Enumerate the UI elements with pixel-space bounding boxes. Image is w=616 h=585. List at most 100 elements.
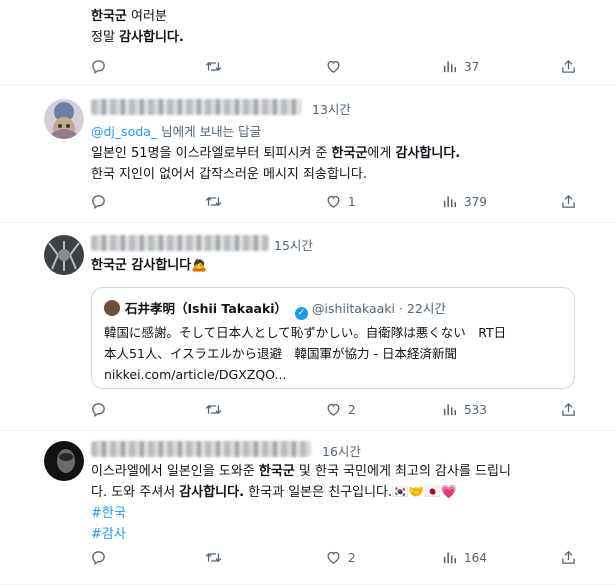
like-button[interactable] [325, 58, 348, 75]
retweet-icon [205, 193, 222, 210]
text-bold: 한국군 [331, 146, 368, 161]
retweet-button[interactable] [205, 58, 228, 75]
text-line: 한국 지인이 없어서 갑작스러운 메시지 죄송합니다. [91, 167, 367, 182]
avatar-image [44, 99, 84, 139]
retweet-icon [205, 58, 222, 75]
share-icon [560, 58, 577, 75]
timestamp[interactable]: 16시간 [322, 441, 361, 460]
share-icon [560, 549, 577, 566]
views-button[interactable]: 164 [441, 549, 487, 566]
text-span: 에게 [367, 146, 396, 161]
text-span: 한국군 감사합니다 [91, 258, 192, 273]
quote-text: 韓国に感謝。そして日本人として恥ずかしい。自衛隊は悪くない RT日 本人51人、… [104, 322, 564, 385]
display-name-blurred[interactable] [91, 235, 269, 251]
reply-icon [90, 401, 107, 418]
reply-to-line: @dj_soda_ 님에게 보내는 답글 [91, 121, 261, 140]
quote-author-handle: @ishiitakaaki · 22시간 [312, 301, 446, 316]
text-span: 및 한국 국민에게 최고의 감사를 드립니 [294, 464, 511, 479]
tweet-text: 일본인 51명을 이스라엘로부터 퇴피시켜 준 한국군에게 감사합니다. 한국 … [91, 143, 460, 185]
views-count: 533 [464, 402, 487, 417]
text-bold: 감사합니다. [395, 146, 461, 161]
views-icon [441, 549, 458, 566]
quote-line: 本人51人、イスラエルから退避 韓国軍が協力 - 日本経済新聞 [104, 346, 457, 361]
text-span: 한국과 일본은 친구입니다. [244, 485, 393, 500]
flags-handshake-heart-emoji: 🇰🇷🤝🇯🇵💗 [392, 485, 457, 500]
quote-link[interactable]: nikkei.com/article/DGXZQO... [104, 364, 564, 385]
tweet-actions: 1 379 [0, 193, 616, 213]
views-count: 379 [464, 194, 487, 209]
tweet-text: 이스라엘에서 일본인을 도와준 한국군 및 한국 국민에게 최고의 감사를 드립… [91, 461, 511, 545]
display-name-blurred[interactable] [91, 441, 311, 457]
tweet-actions: 2 164 [0, 549, 616, 569]
reply-button[interactable] [90, 58, 113, 75]
text-span: 다. 도와 주셔서 [91, 485, 180, 500]
quote-author-name: 石井孝明（Ishii Takaaki） [125, 301, 288, 316]
share-icon [560, 193, 577, 210]
views-button[interactable]: 379 [441, 193, 487, 210]
text-span: 이스라엘에서 일본인을 도와준 [91, 464, 259, 479]
avatar[interactable] [44, 99, 84, 139]
tweet[interactable]: 13시간 @dj_soda_ 님에게 보내는 답글 일본인 51명을 이스라엘로… [0, 85, 616, 223]
views-icon [441, 401, 458, 418]
share-icon [560, 401, 577, 418]
like-icon [325, 193, 342, 210]
retweet-button[interactable] [205, 549, 228, 566]
tweet[interactable]: 16시간 이스라엘에서 일본인을 도와준 한국군 및 한국 국민에게 최고의 감… [0, 431, 616, 585]
reply-to-handle[interactable]: @dj_soda_ [91, 124, 157, 139]
timestamp[interactable]: 15시간 [274, 235, 313, 254]
share-button[interactable] [560, 58, 577, 75]
retweet-icon [205, 549, 222, 566]
reply-icon [90, 549, 107, 566]
text-bold: 감사합니다. [179, 485, 245, 500]
views-count: 37 [464, 59, 480, 74]
hashtag-link[interactable]: #한국 [91, 503, 511, 524]
tweet-actions: 37 [0, 58, 616, 78]
text-bold: 한국군 [258, 464, 295, 479]
tweet[interactable]: 15시간 한국군 감사합니다🙇 石井孝明（Ishii Takaaki） ✓ @is… [0, 223, 616, 431]
like-count: 2 [348, 402, 356, 417]
like-button[interactable]: 1 [325, 193, 356, 210]
like-button[interactable]: 2 [325, 401, 356, 418]
text-bold: 한국군 [91, 9, 127, 24]
tweet[interactable]: 한국군 여러분 정말 감사합니다. 37 [0, 0, 616, 85]
text-span: 정말 [91, 30, 120, 45]
like-count: 2 [348, 550, 356, 565]
hashtag-link[interactable]: #감사 [91, 524, 511, 545]
like-icon [325, 401, 342, 418]
verified-icon: ✓ [295, 307, 309, 320]
display-name-blurred[interactable] [91, 99, 301, 115]
views-button[interactable]: 533 [441, 401, 487, 418]
retweet-button[interactable] [205, 401, 228, 418]
tweet-text: 한국군 감사합니다🙇 [91, 255, 207, 276]
views-button[interactable]: 37 [441, 58, 479, 75]
quote-tweet[interactable]: 石井孝明（Ishii Takaaki） ✓ @ishiitakaaki · 22시… [91, 287, 575, 389]
tweet-text: 한국군 여러분 정말 감사합니다. [91, 6, 184, 48]
like-icon [325, 549, 342, 566]
reply-button[interactable] [90, 401, 113, 418]
text-span: 일본인 51명을 이스라엘로부터 퇴피시켜 준 [91, 146, 332, 161]
text-span: 여러분 [126, 9, 167, 24]
views-icon [441, 58, 458, 75]
quote-avatar [104, 300, 120, 316]
share-button[interactable] [560, 193, 577, 210]
text-bold: 감사합니다. [119, 30, 184, 45]
like-icon [325, 58, 342, 75]
avatar[interactable] [44, 441, 84, 481]
bowing-emoji: 🙇 [191, 258, 208, 273]
reply-button[interactable] [90, 193, 113, 210]
views-icon [441, 193, 458, 210]
like-button[interactable]: 2 [325, 549, 356, 566]
quote-header: 石井孝明（Ishii Takaaki） ✓ @ishiitakaaki · 22시… [104, 298, 446, 320]
quote-line: 韓国に感謝。そして日本人として恥ずかしい。自衛隊は悪くない RT日 [104, 325, 507, 340]
share-button[interactable] [560, 549, 577, 566]
views-count: 164 [464, 550, 487, 565]
like-count: 1 [348, 194, 356, 209]
timestamp[interactable]: 13시간 [312, 99, 351, 118]
retweet-button[interactable] [205, 193, 228, 210]
reply-button[interactable] [90, 549, 113, 566]
share-button[interactable] [560, 401, 577, 418]
avatar-image [44, 235, 84, 275]
reply-icon [90, 193, 107, 210]
avatar[interactable] [44, 235, 84, 275]
avatar-image [44, 441, 84, 481]
